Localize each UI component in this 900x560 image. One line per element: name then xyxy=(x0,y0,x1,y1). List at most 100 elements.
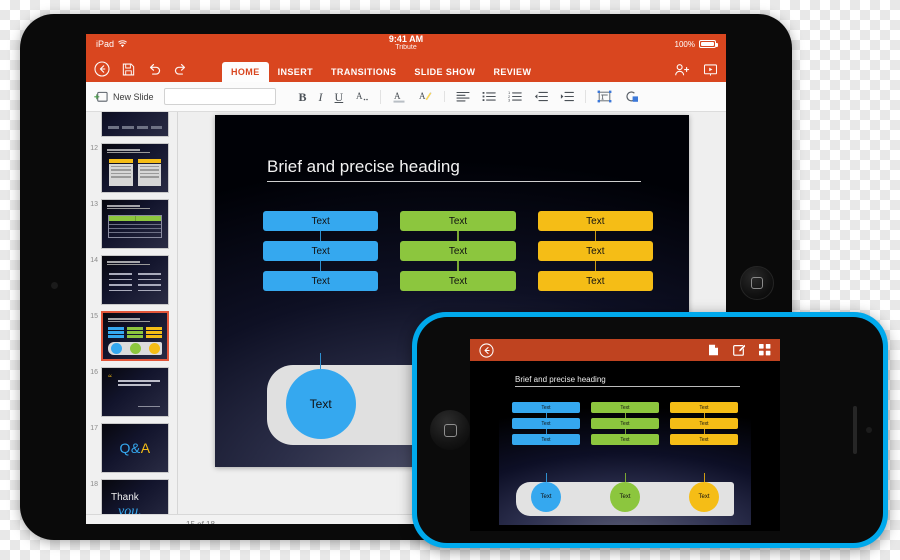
tab-home[interactable]: HOME xyxy=(222,62,269,82)
back-arrow-icon[interactable] xyxy=(479,342,494,358)
iphone-chip: Text xyxy=(512,429,580,445)
ipad-camera xyxy=(51,282,58,289)
undo-icon[interactable] xyxy=(147,62,162,76)
slide-thumbnail-panel[interactable]: 11 12 xyxy=(86,112,178,514)
ribbon-tabs: HOME INSERT TRANSITIONS SLIDE SHOW REVIE… xyxy=(222,54,540,82)
tab-insert[interactable]: INSERT xyxy=(269,62,322,82)
bold-button[interactable]: B xyxy=(299,91,307,103)
diagram-chip[interactable]: Text xyxy=(400,261,516,291)
redo-icon[interactable] xyxy=(173,62,188,76)
diagram-chip[interactable]: Text xyxy=(263,211,379,231)
numbered-list-button[interactable]: 123 xyxy=(508,91,522,102)
underline-button[interactable]: U xyxy=(335,91,344,103)
file-icon[interactable] xyxy=(708,344,719,356)
align-left-button[interactable] xyxy=(456,91,470,102)
thumbnail-slide[interactable] xyxy=(101,255,169,305)
diagram-chip[interactable]: Text xyxy=(400,211,516,231)
thumbnail-number: 17 xyxy=(90,425,98,432)
thumbnail-row[interactable]: 13 xyxy=(86,196,177,252)
thumbnail-row[interactable]: 18 Thank you. xyxy=(86,476,177,514)
qa-label-b: A xyxy=(140,440,151,456)
thumbnail-row[interactable]: 11 xyxy=(86,112,177,140)
insert-group xyxy=(585,90,650,103)
iphone-circle: Text xyxy=(689,482,719,512)
present-slideshow-icon[interactable] xyxy=(703,63,718,77)
svg-text:3: 3 xyxy=(508,97,511,102)
iphone-device: Brief and precise heading Text Text Text… xyxy=(412,312,888,548)
thumbnail-row[interactable]: 16 “ xyxy=(86,364,177,420)
decrease-indent-button[interactable] xyxy=(534,91,549,102)
iphone-chip: Text xyxy=(512,402,580,413)
ipad-home-button[interactable] xyxy=(740,266,774,300)
thumbnail-slide[interactable] xyxy=(101,112,169,137)
thumbnail-number: 18 xyxy=(90,481,98,488)
diagram-chip[interactable]: Text xyxy=(537,211,653,231)
iphone-column-blue: Text Text Text xyxy=(512,402,580,445)
diagram-chip[interactable]: Text xyxy=(263,261,379,291)
format-toolbar: New Slide B I U A A A 1 2 3 xyxy=(86,82,726,112)
thumbnail-number: 15 xyxy=(90,313,98,320)
status-time: 9:41 AM xyxy=(388,34,424,44)
iphone-screen: Brief and precise heading Text Text Text… xyxy=(470,339,780,531)
text-box-button[interactable] xyxy=(597,90,612,103)
thumbnail-slide[interactable]: “ xyxy=(101,367,169,417)
thumbnail-slide[interactable] xyxy=(101,199,169,249)
back-arrow-icon[interactable] xyxy=(94,61,110,77)
new-slide-icon xyxy=(94,91,108,103)
thumbnail-row[interactable]: 17 Q& A xyxy=(86,420,177,476)
italic-button[interactable]: I xyxy=(319,91,323,103)
iphone-circle: Text xyxy=(531,482,561,512)
thumbnail-row[interactable]: 12 xyxy=(86,140,177,196)
font-color-button[interactable]: A xyxy=(392,90,406,104)
diagram-column-blue: Text Text Text xyxy=(263,211,379,291)
text-style-group: B I U A xyxy=(288,90,381,103)
iphone-circle-wrap: Text xyxy=(591,473,659,512)
slide-title-text: Brief and precise heading xyxy=(267,157,460,176)
thumbnail-slide[interactable] xyxy=(101,311,169,361)
thumbnail-slide[interactable]: Q& A xyxy=(101,423,169,473)
edit-pencil-icon[interactable] xyxy=(733,344,745,356)
iphone-chip: Text xyxy=(591,429,659,445)
diagram-chip[interactable]: Text xyxy=(263,231,379,261)
iphone-slide-title: Brief and precise heading xyxy=(515,375,740,387)
add-person-icon[interactable] xyxy=(674,63,690,77)
text-highlight-button[interactable]: A xyxy=(418,90,433,104)
canvas-backdrop: iPad 9:41 AM Tribute 100% HOME INSERT TR… xyxy=(0,0,900,560)
slide-counter: 15 of 18 xyxy=(186,520,215,524)
iphone-chip: Text xyxy=(591,413,659,429)
battery-full-icon xyxy=(699,40,718,48)
office-ribbon: HOME INSERT TRANSITIONS SLIDE SHOW REVIE… xyxy=(86,54,726,82)
new-slide-label: New Slide xyxy=(113,91,154,102)
iphone-diagram-columns: Text Text Text Text Text Text Text Text … xyxy=(512,402,738,445)
new-slide-button[interactable]: New Slide xyxy=(94,91,164,103)
shapes-button[interactable] xyxy=(624,90,639,103)
clear-formatting-button[interactable]: A xyxy=(355,90,369,103)
diagram-column-yellow: Text Text Text xyxy=(537,211,653,291)
font-name-input[interactable] xyxy=(163,88,276,105)
thanks-label-b: you. xyxy=(118,504,142,514)
increase-indent-button[interactable] xyxy=(560,91,575,102)
iphone-column-yellow: Text Text Text xyxy=(670,402,738,445)
diagram-column-green: Text Text Text xyxy=(400,211,516,291)
tab-transitions[interactable]: TRANSITIONS xyxy=(322,62,405,82)
file-save-icon[interactable] xyxy=(121,62,136,77)
slide-grid-icon[interactable] xyxy=(759,344,771,356)
thumbnail-slide[interactable] xyxy=(101,143,169,193)
diagram-circle[interactable]: Text xyxy=(285,369,356,439)
diagram-chip[interactable]: Text xyxy=(400,231,516,261)
diagram-columns: Text Text Text Text Text Text Text Text … xyxy=(263,211,653,291)
thumbnail-row-selected[interactable]: 15 xyxy=(86,308,177,364)
thumbnail-slide[interactable]: Thank you. xyxy=(101,479,169,514)
diagram-chip[interactable]: Text xyxy=(537,231,653,261)
iphone-slide-view[interactable]: Brief and precise heading Text Text Text… xyxy=(470,361,780,531)
iphone-chip: Text xyxy=(670,429,738,445)
thumbnail-number: 16 xyxy=(90,369,98,376)
tab-slide-show[interactable]: SLIDE SHOW xyxy=(405,62,484,82)
thumbnail-row[interactable]: 14 xyxy=(86,252,177,308)
slide-title[interactable]: Brief and precise heading xyxy=(267,157,641,182)
tab-review[interactable]: REVIEW xyxy=(484,62,540,82)
diagram-chip[interactable]: Text xyxy=(537,261,653,291)
bulleted-list-button[interactable] xyxy=(482,91,496,102)
iphone-home-button[interactable] xyxy=(430,410,470,450)
iphone-top-bar xyxy=(470,339,780,361)
